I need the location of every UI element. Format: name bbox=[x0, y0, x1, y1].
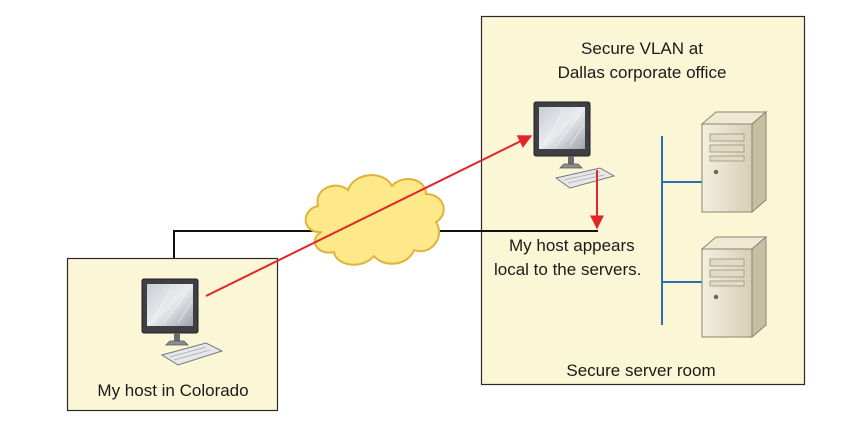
server-tower-icon bbox=[700, 110, 768, 214]
vlan-title-line1: Secure VLAN at bbox=[581, 39, 703, 58]
colorado-host-label: My host in Colorado bbox=[97, 381, 248, 400]
appears-line2: local to the servers. bbox=[494, 260, 641, 279]
server-room-label: Secure server room bbox=[566, 361, 715, 380]
vlan-title-line2: Dallas corporate office bbox=[558, 63, 727, 82]
appears-line1: My host appears bbox=[509, 236, 635, 255]
server-tower-icon bbox=[700, 235, 768, 339]
vpn-diagram: Secure VLAN at Dallas corporate office M… bbox=[66, 15, 806, 412]
